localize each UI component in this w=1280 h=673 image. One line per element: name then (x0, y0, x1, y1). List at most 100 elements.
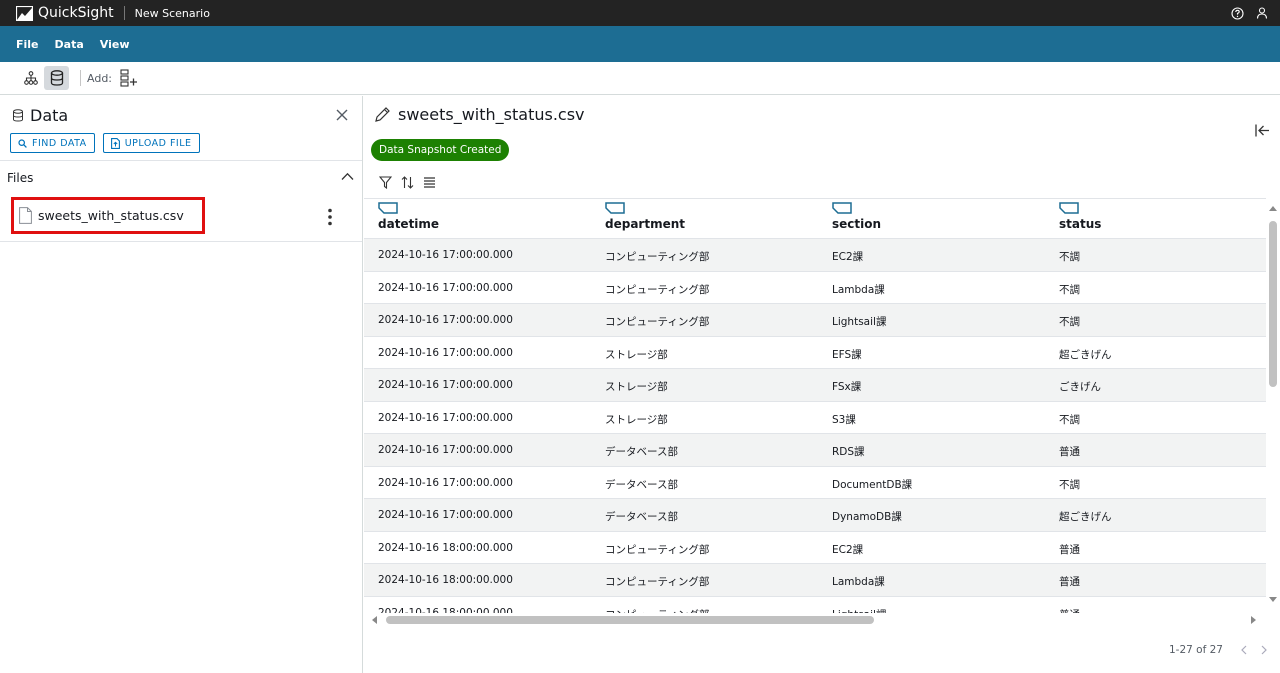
cell-section: EC2課 (832, 543, 864, 556)
pagination-range: 1-27 of 27 (1169, 644, 1223, 656)
list-icon[interactable] (423, 176, 436, 189)
cell-status: 普通 (1059, 607, 1080, 614)
tag-icon (605, 202, 625, 214)
table-row[interactable]: 2024-10-16 17:00:00.000 コンピューティング部 EC2課 不調 (364, 238, 1266, 271)
scenario-view-button[interactable] (18, 66, 43, 90)
table-row[interactable]: 2024-10-16 17:00:00.000 データベース部 RDS課 普通 (364, 433, 1266, 466)
user-icon[interactable] (1256, 7, 1268, 19)
cell-section: EC2課 (832, 251, 864, 263)
cell-datetime: 2024-10-16 17:00:00.000 (378, 379, 513, 391)
cell-department: ストレージ部 (605, 381, 668, 393)
cell-department: データベース部 (605, 511, 678, 523)
column-header-department[interactable]: department (605, 202, 685, 231)
chevron-up-icon[interactable] (341, 172, 354, 181)
collapse-panel-icon[interactable] (1255, 124, 1270, 137)
cell-section: S3課 (832, 413, 856, 426)
find-data-label: FIND DATA (32, 137, 87, 149)
cell-datetime: 2024-10-16 18:00:00.000 (378, 541, 513, 554)
chevron-left-icon[interactable] (1241, 645, 1247, 655)
cell-datetime: 2024-10-16 17:00:00.000 (378, 314, 513, 326)
pencil-icon[interactable] (374, 106, 391, 123)
panel-divider (0, 160, 362, 161)
add-field-button[interactable] (116, 66, 141, 90)
menu-file[interactable]: File (16, 38, 39, 51)
upload-file-label: UPLOAD FILE (124, 137, 192, 149)
chevron-right-icon[interactable] (1261, 645, 1267, 655)
horizontal-scroll-thumb[interactable] (386, 616, 874, 624)
table-row[interactable]: 2024-10-16 17:00:00.000 コンピューティング部 Lightsa… (364, 303, 1266, 336)
cell-department: コンピューティング部 (605, 251, 710, 263)
vertical-scroll-thumb[interactable] (1269, 221, 1277, 387)
files-section-header[interactable]: Files (7, 171, 33, 185)
scroll-down-icon[interactable] (1268, 596, 1278, 604)
cell-department: データベース部 (605, 446, 678, 458)
tag-icon (378, 202, 398, 214)
app-name: QuickSight (38, 5, 114, 21)
cell-status: ごきげん (1059, 381, 1101, 393)
table-row[interactable]: 2024-10-16 17:00:00.000 コンピューティング部 Lambda課… (364, 270, 1266, 304)
cell-datetime: 2024-10-16 17:00:00.000 (378, 281, 513, 294)
cell-department: コンピューティング部 (605, 283, 710, 296)
cell-datetime: 2024-10-16 18:00:00.000 (378, 606, 513, 614)
menu-view[interactable]: View (100, 38, 130, 51)
table-row[interactable]: 2024-10-16 18:00:00.000 コンピューティング部 EC2課 普通 (364, 530, 1266, 564)
app-logo[interactable]: QuickSight (16, 5, 114, 21)
data-view-button[interactable] (44, 66, 69, 90)
add-label: Add: (87, 71, 113, 85)
cell-datetime: 2024-10-16 17:00:00.000 (378, 509, 513, 521)
cell-department: コンピューティング部 (605, 576, 710, 588)
filter-icon[interactable] (379, 176, 392, 189)
quicksight-logo-icon (16, 5, 33, 21)
scroll-up-icon[interactable] (1268, 204, 1278, 212)
column-header-section[interactable]: section (832, 202, 881, 231)
table-row[interactable]: 2024-10-16 17:00:00.000 データベース部 DynamoDB課 超… (364, 498, 1266, 531)
cell-department: データベース部 (605, 478, 678, 491)
table-row[interactable]: 2024-10-16 17:00:00.000 データベース部 DocumentDB… (364, 465, 1266, 499)
cell-status: 普通 (1059, 446, 1080, 458)
menu-data[interactable]: Data (55, 38, 84, 51)
dataset-title-text[interactable]: sweets_with_status.csv (398, 105, 585, 124)
file-item-sweets-with-status[interactable]: sweets_with_status.csv (11, 197, 205, 234)
cell-status: 超ごきげん (1059, 348, 1112, 361)
cell-section: Lambda課 (832, 283, 885, 296)
table-row[interactable]: 2024-10-16 18:00:00.000 コンピューティング部 Lightsa… (364, 595, 1266, 614)
column-header-status[interactable]: status (1059, 202, 1101, 231)
cell-department: コンピューティング部 (605, 543, 710, 556)
tag-icon (832, 202, 852, 214)
cell-section: DocumentDB課 (832, 478, 913, 491)
find-data-button[interactable]: FIND DATA (10, 133, 95, 153)
cell-datetime: 2024-10-16 17:00:00.000 (378, 346, 513, 359)
scroll-left-icon[interactable] (370, 615, 378, 625)
tag-icon (1059, 202, 1079, 214)
cell-status: 不調 (1059, 251, 1080, 263)
hierarchy-icon (23, 71, 38, 85)
upload-file-button[interactable]: UPLOAD FILE (102, 133, 200, 153)
close-icon[interactable] (335, 108, 349, 122)
add-field-icon (119, 69, 137, 87)
table-row[interactable]: 2024-10-16 17:00:00.000 ストレージ部 EFS課 超ごきげん (364, 335, 1266, 369)
table-row[interactable]: 2024-10-16 18:00:00.000 コンピューティング部 Lambda課… (364, 563, 1266, 596)
cell-section: Lightsail課 (832, 607, 886, 614)
toolbar: Add: (0, 62, 1280, 95)
data-panel-title: Data (30, 106, 69, 125)
column-label: department (605, 217, 685, 231)
column-header-datetime[interactable]: datetime (378, 202, 439, 231)
cell-status: 不調 (1059, 413, 1080, 426)
help-icon[interactable] (1231, 6, 1244, 20)
cell-status: 超ごきげん (1059, 511, 1112, 523)
sort-icon[interactable] (401, 176, 414, 189)
scenario-name[interactable]: New Scenario (135, 7, 210, 20)
cell-department: ストレージ部 (605, 413, 668, 426)
kebab-icon[interactable] (327, 208, 333, 226)
top-bar: QuickSight New Scenario (0, 0, 1280, 26)
table-row[interactable]: 2024-10-16 17:00:00.000 ストレージ部 S3課 不調 (364, 400, 1266, 434)
cell-status: 不調 (1059, 478, 1080, 491)
cell-status: 不調 (1059, 316, 1080, 328)
scroll-right-icon[interactable] (1250, 615, 1258, 625)
grid-header: datetime department section status (364, 198, 1266, 238)
cell-section: DynamoDB課 (832, 511, 902, 523)
table-row[interactable]: 2024-10-16 17:00:00.000 ストレージ部 FSx課 ごきげん (364, 368, 1266, 401)
cell-status: 普通 (1059, 543, 1080, 556)
file-icon (19, 207, 32, 224)
file-name: sweets_with_status.csv (38, 208, 184, 223)
